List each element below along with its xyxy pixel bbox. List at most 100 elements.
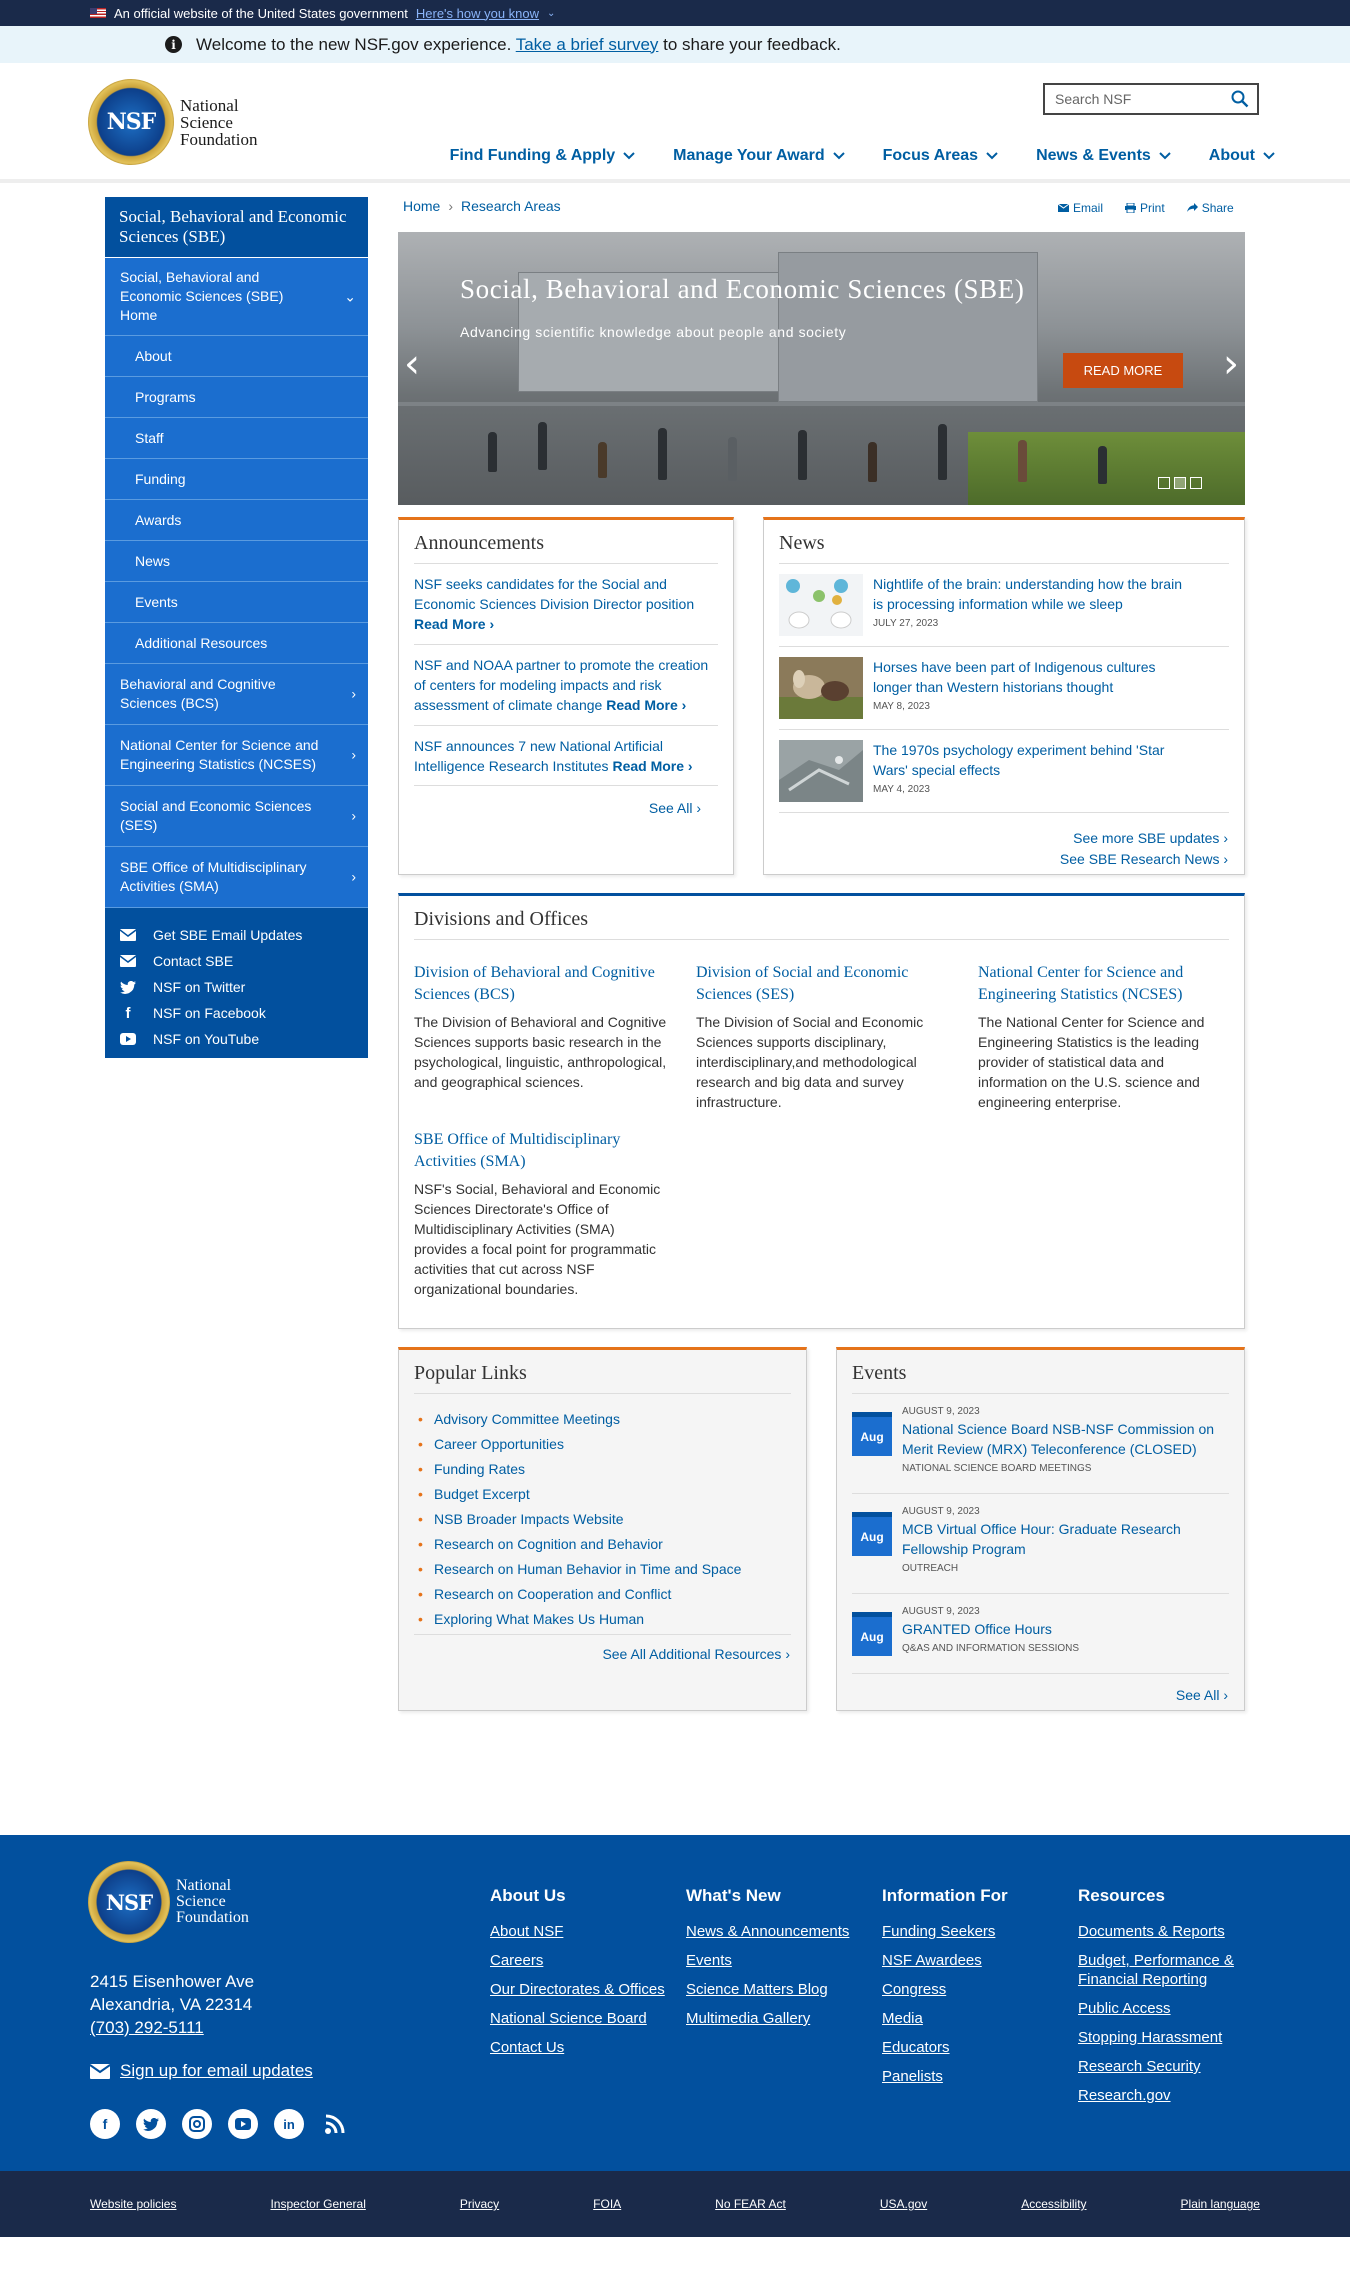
footer-link[interactable]: Public Access (1078, 1999, 1258, 2018)
footer-link[interactable]: Stopping Harassment (1078, 2028, 1258, 2047)
carousel-prev-icon[interactable]: ‹ (404, 344, 420, 384)
carousel-dot[interactable] (1190, 477, 1202, 489)
carousel-dot[interactable] (1158, 477, 1170, 489)
footer-link[interactable]: Educators (882, 2038, 1062, 2057)
nav-news-events[interactable]: News & Events (1036, 147, 1171, 165)
bottom-link[interactable]: USA.gov (880, 2197, 927, 2211)
popular-link[interactable]: Research on Cooperation and Conflict (414, 1581, 791, 1606)
chevron-right-icon[interactable]: › (351, 807, 356, 826)
division-link[interactable]: Division of Social and Economic Sciences… (696, 962, 951, 1006)
footer-link[interactable]: About NSF (490, 1922, 670, 1941)
event-item[interactable]: Aug AUGUST 9, 2023 National Science Board… (852, 1394, 1229, 1494)
news-item[interactable]: Horses have been part of Indigenous cult… (779, 647, 1229, 730)
division-link[interactable]: SBE Office of Multidisciplinary Activiti… (414, 1129, 669, 1173)
bottom-link[interactable]: No FEAR Act (715, 2197, 786, 2211)
footer-link[interactable]: Panelists (882, 2067, 1062, 2086)
popular-link[interactable]: Research on Cognition and Behavior (414, 1531, 791, 1556)
announcements-see-all-link[interactable]: See All › (649, 800, 701, 816)
popular-link[interactable]: Exploring What Makes Us Human (414, 1606, 791, 1631)
sidebar-link-facebook[interactable]: f NSF on Facebook (105, 1000, 368, 1026)
footer-link[interactable]: Our Directorates & Offices (490, 1980, 670, 1999)
bottom-link[interactable]: FOIA (593, 2197, 621, 2211)
sidebar-item-funding[interactable]: Funding (105, 459, 368, 500)
footer-link[interactable]: Contact Us (490, 2038, 670, 2057)
popular-link[interactable]: Research on Human Behavior in Time and S… (414, 1556, 791, 1581)
carousel-next-icon[interactable]: › (1223, 344, 1239, 384)
linkedin-icon[interactable]: in (274, 2109, 304, 2139)
read-more-link[interactable]: Read More › (612, 758, 692, 774)
sidebar-item-bcs[interactable]: Behavioral and Cognitive Sciences (BCS) › (105, 664, 368, 725)
sidebar-item-about[interactable]: About (105, 336, 368, 377)
bottom-link[interactable]: Plain language (1181, 2197, 1260, 2211)
nsf-logo[interactable]: NSF National Science Foundation (88, 79, 257, 165)
chevron-right-icon[interactable]: › (351, 868, 356, 887)
bottom-link[interactable]: Privacy (460, 2197, 499, 2211)
footer-link[interactable]: Research.gov (1078, 2086, 1258, 2105)
rss-icon[interactable] (320, 2109, 350, 2139)
sidebar-item-news[interactable]: News (105, 541, 368, 582)
chevron-down-icon[interactable]: ⌄ (344, 287, 356, 306)
heres-how-link[interactable]: Here's how you know (416, 6, 539, 21)
sidebar-title[interactable]: Social, Behavioral and Economic Sciences… (105, 197, 368, 258)
footer-link[interactable]: Research Security (1078, 2057, 1258, 2076)
footer-link[interactable]: Careers (490, 1951, 670, 1970)
announcement-item[interactable]: NSF announces 7 new National Artificial … (414, 726, 718, 786)
see-all-additional-resources-link[interactable]: See All Additional Resources › (602, 1646, 790, 1662)
share-button[interactable]: Share (1186, 201, 1234, 215)
footer-link[interactable]: Documents & Reports (1078, 1922, 1258, 1941)
twitter-icon[interactable] (136, 2109, 166, 2139)
events-see-all-link[interactable]: See All › (1176, 1687, 1228, 1703)
search-input[interactable]: Search NSF (1043, 83, 1259, 115)
phone-link[interactable]: (703) 292-5111 (90, 2016, 254, 2039)
sidebar-link-youtube[interactable]: NSF on YouTube (105, 1026, 368, 1052)
print-button[interactable]: Print (1125, 201, 1165, 215)
nav-about[interactable]: About (1209, 147, 1275, 165)
event-title[interactable]: MCB Virtual Office Hour: Graduate Resear… (902, 1519, 1229, 1559)
popular-link[interactable]: Career Opportunities (414, 1431, 791, 1456)
footer-link[interactable]: National Science Board (490, 2009, 670, 2028)
event-title[interactable]: GRANTED Office Hours (902, 1619, 1079, 1639)
footer-link[interactable]: Multimedia Gallery (686, 2009, 866, 2028)
event-title[interactable]: National Science Board NSB-NSF Commissio… (902, 1419, 1229, 1459)
footer-link[interactable]: NSF Awardees (882, 1951, 1062, 1970)
announcement-item[interactable]: NSF seeks candidates for the Social and … (414, 564, 718, 645)
chevron-right-icon[interactable]: › (351, 685, 356, 704)
division-link[interactable]: Division of Behavioral and Cognitive Sci… (414, 962, 669, 1006)
chevron-down-icon[interactable]: ⌄ (547, 8, 555, 19)
popular-link[interactable]: Funding Rates (414, 1456, 791, 1481)
read-more-button[interactable]: READ MORE (1063, 353, 1183, 388)
facebook-icon[interactable]: f (90, 2109, 120, 2139)
bottom-link[interactable]: Website policies (90, 2197, 176, 2211)
sidebar-item-ses[interactable]: Social and Economic Sciences (SES) › (105, 786, 368, 847)
sidebar-item-awards[interactable]: Awards (105, 500, 368, 541)
news-item[interactable]: Nightlife of the brain: understanding ho… (779, 564, 1229, 647)
news-item[interactable]: The 1970s psychology experiment behind '… (779, 730, 1229, 813)
email-share-button[interactable]: Email (1058, 201, 1103, 215)
popular-link[interactable]: NSB Broader Impacts Website (414, 1506, 791, 1531)
breadcrumb-home[interactable]: Home (403, 198, 440, 214)
popular-link[interactable]: Advisory Committee Meetings (414, 1406, 791, 1431)
sidebar-link-twitter[interactable]: NSF on Twitter (105, 974, 368, 1000)
nav-focus-areas[interactable]: Focus Areas (883, 147, 998, 165)
bottom-link[interactable]: Inspector General (270, 2197, 365, 2211)
read-more-link[interactable]: Read More › (606, 697, 686, 713)
carousel-dot[interactable] (1174, 477, 1186, 489)
see-more-sbe-updates-link[interactable]: See more SBE updates › (1073, 830, 1228, 846)
footer-link[interactable]: Congress (882, 1980, 1062, 1999)
email-signup-link[interactable]: Sign up for email updates (90, 2061, 313, 2081)
footer-link[interactable]: Science Matters Blog (686, 1980, 866, 1999)
search-icon[interactable] (1231, 90, 1249, 108)
bottom-link[interactable]: Accessibility (1021, 2197, 1086, 2211)
sidebar-link-email-updates[interactable]: Get SBE Email Updates (105, 922, 368, 948)
youtube-icon[interactable] (228, 2109, 258, 2139)
sidebar-item-ncses[interactable]: National Center for Science and Engineer… (105, 725, 368, 786)
event-item[interactable]: Aug AUGUST 9, 2023 MCB Virtual Office Hou… (852, 1494, 1229, 1594)
footer-link[interactable]: Media (882, 2009, 1062, 2028)
survey-link[interactable]: Take a brief survey (516, 35, 659, 54)
instagram-icon[interactable] (182, 2109, 212, 2139)
footer-link[interactable]: News & Announcements (686, 1922, 866, 1941)
footer-link[interactable]: Funding Seekers (882, 1922, 1062, 1941)
division-link[interactable]: National Center for Science and Engineer… (978, 962, 1233, 1006)
event-item[interactable]: Aug AUGUST 9, 2023 GRANTED Office Hours Q&… (852, 1594, 1229, 1674)
sidebar-item-additional-resources[interactable]: Additional Resources (105, 623, 368, 664)
